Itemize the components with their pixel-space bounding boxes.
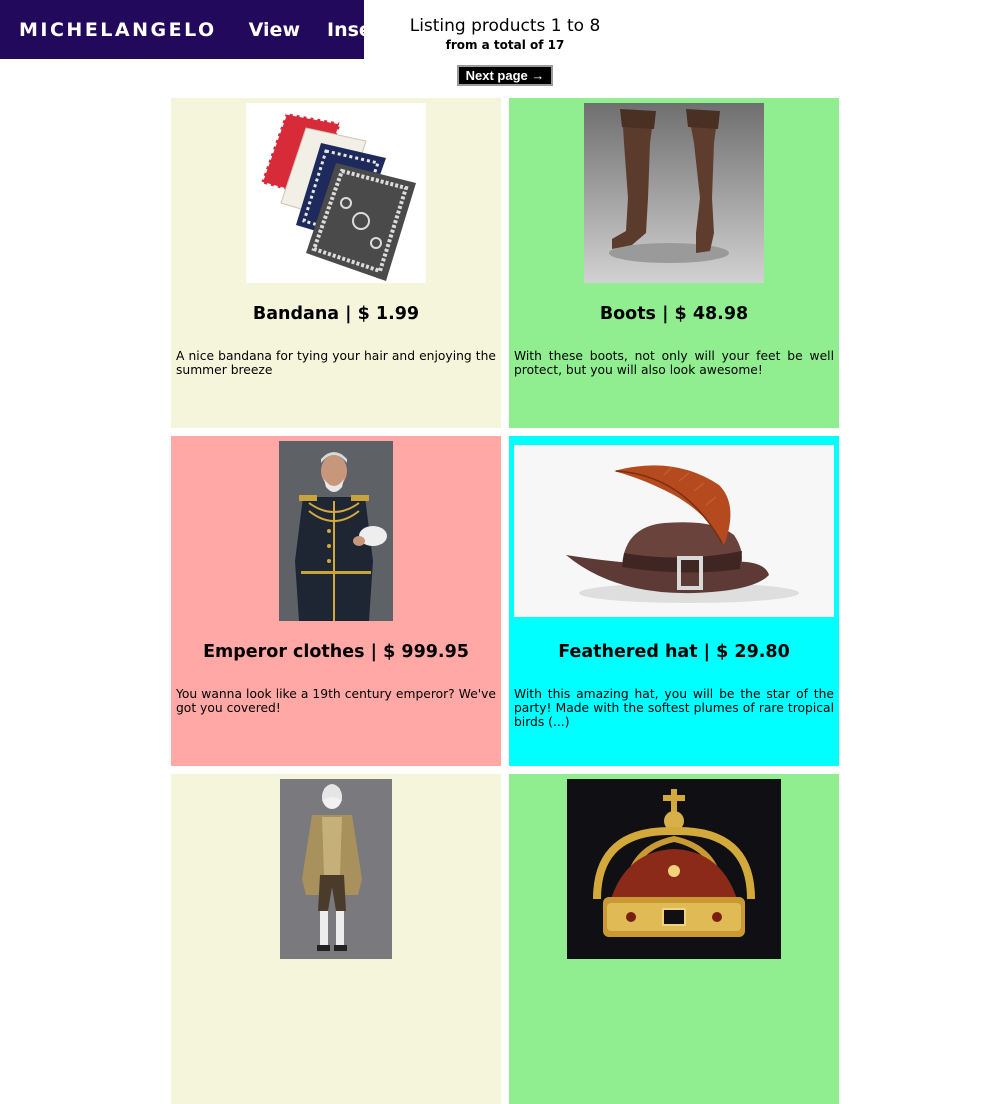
period-costume-image (280, 779, 392, 959)
boots-image (584, 103, 764, 283)
emperor-clothes-image (279, 441, 393, 621)
product-description: With this amazing hat, you will be the s… (514, 687, 834, 729)
listing-header: Listing products 1 to 8 from a total of … (364, 14, 646, 52)
product-description: A nice bandana for tying your hair and e… (176, 349, 496, 377)
product-description: You wanna look like a 19th century emper… (176, 687, 496, 715)
brand-logo[interactable]: MICHELANGELO (19, 19, 217, 41)
product-card[interactable] (171, 774, 501, 1104)
top-nav-bar: MICHELANGELO View Insert (0, 0, 390, 59)
product-title: Boots | $ 48.98 (599, 304, 749, 324)
crown-image (567, 779, 781, 959)
product-card[interactable]: Bandana | $ 1.99 A nice bandana for tyin… (171, 98, 501, 428)
listing-title: Listing products 1 to 8 (409, 16, 601, 36)
product-card[interactable]: Boots | $ 48.98 With these boots, not on… (509, 98, 839, 428)
next-page-button[interactable]: Next page → (457, 65, 553, 86)
product-card[interactable]: Feathered hat | $ 29.80 With this amazin… (509, 436, 839, 766)
product-card[interactable]: Emperor clothes | $ 999.95 You wanna loo… (171, 436, 501, 766)
feathered-hat-image (514, 445, 834, 617)
bandana-image (246, 103, 426, 283)
product-title: Bandana | $ 1.99 (252, 304, 420, 324)
nav-view-link[interactable]: View (249, 19, 300, 41)
listing-subtitle: from a total of 17 (445, 38, 565, 52)
product-title: Feathered hat | $ 29.80 (558, 642, 790, 662)
product-description: With these boots, not only will your fee… (514, 349, 834, 377)
product-card[interactable] (509, 774, 839, 1104)
product-title: Emperor clothes | $ 999.95 (203, 642, 469, 662)
